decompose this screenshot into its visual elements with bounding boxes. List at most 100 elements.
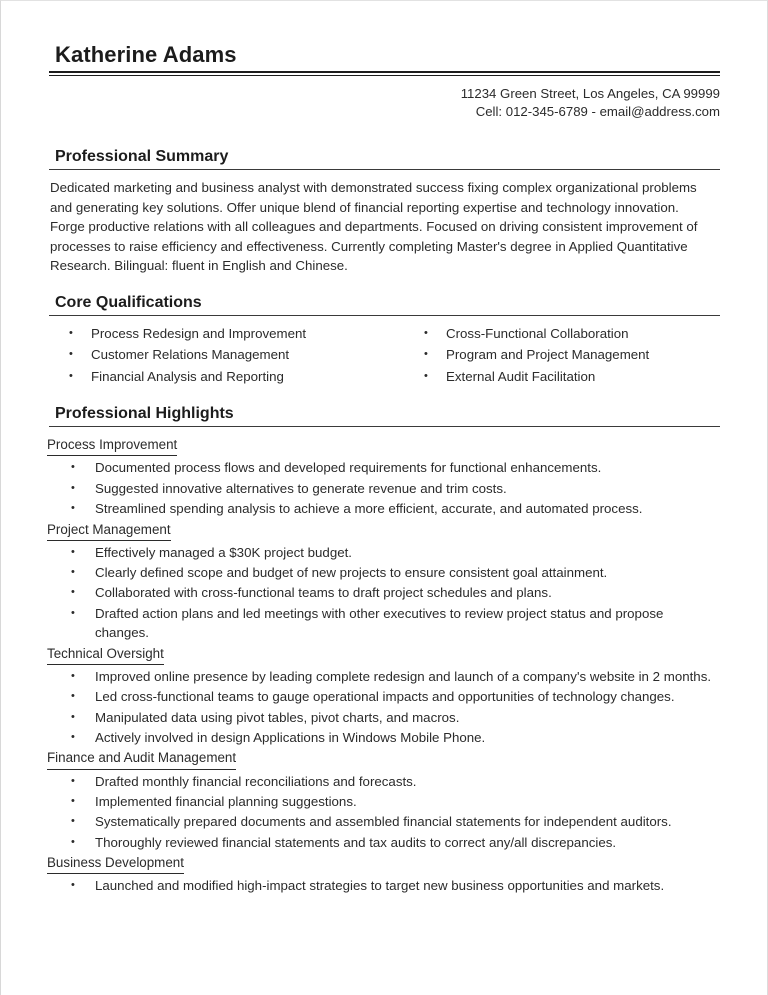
- bullet-dot-icon: •: [69, 348, 73, 361]
- highlight-group: Technical Oversight • Improved online pres…: [47, 644, 720, 748]
- bullet-dot-icon: •: [71, 774, 75, 787]
- summary-text: Dedicated marketing and business analyst…: [50, 180, 698, 274]
- highlight-item: • Improved online presence by leading com…: [49, 667, 720, 686]
- section-rule-qualifications: [49, 314, 720, 316]
- highlight-group-title: Business Development: [47, 853, 184, 875]
- bullet-dot-icon: •: [71, 835, 75, 848]
- highlight-item: • Implemented financial planning suggesti…: [49, 792, 720, 811]
- bullet-text: Effectively managed a $30K project budge…: [95, 544, 352, 560]
- bullet-dot-icon: •: [424, 348, 428, 361]
- bullet-dot-icon: •: [71, 794, 75, 807]
- name-rule-thin: [49, 74, 720, 76]
- highlight-item: • Drafted monthly financial reconciliatio…: [49, 772, 720, 791]
- bullet-text: Customer Relations Management: [91, 347, 290, 363]
- bullet-dot-icon: •: [71, 690, 75, 703]
- highlight-item: • Systematically prepared documents and a…: [49, 812, 720, 831]
- qualification-item: • Program and Project Management: [404, 345, 704, 364]
- qualification-item: • Customer Relations Management: [49, 345, 404, 364]
- highlight-item: • Documented process flows and developed …: [49, 458, 720, 477]
- highlight-group-list: • Documented process flows and developed …: [49, 458, 720, 518]
- bullet-dot-icon: •: [71, 731, 75, 744]
- bullet-text: Implemented financial planning suggestio…: [95, 793, 357, 809]
- bullet-dot-icon: •: [69, 369, 73, 382]
- highlight-group-title: Technical Oversight: [47, 644, 164, 665]
- highlight-item: • Clearly defined scope and budget of new…: [49, 563, 720, 582]
- highlight-group: Business Development • Launched and modifi…: [47, 853, 720, 896]
- highlight-item: • Led cross-functional teams to gauge ope…: [49, 687, 720, 706]
- bullet-text: Program and Project Management: [446, 347, 650, 363]
- bullet-text: Clearly defined scope and budget of new …: [95, 565, 608, 581]
- highlight-item: • Thoroughly reviewed financial statement…: [49, 833, 720, 852]
- highlight-item: • Suggested innovative alternatives to ge…: [49, 479, 720, 498]
- bullet-dot-icon: •: [71, 669, 75, 682]
- highlight-item: • Effectively managed a $30K project budg…: [49, 543, 720, 562]
- resume-page: Katherine Adams 11234 Green Street, Los …: [0, 0, 768, 995]
- bullet-dot-icon: •: [71, 481, 75, 494]
- bullet-dot-icon: •: [424, 326, 428, 339]
- bullet-dot-icon: •: [71, 710, 75, 723]
- highlight-item: • Actively involved in design Application…: [49, 728, 720, 747]
- bullet-text: Drafted action plans and led meetings wi…: [95, 605, 664, 641]
- qualification-item: • External Audit Facilitation: [404, 367, 704, 386]
- contact-address: 11234 Green Street, Los Angeles, CA 9999…: [460, 85, 720, 101]
- bullet-text: Led cross-functional teams to gauge oper…: [95, 689, 675, 705]
- section-professional-summary: Professional Summary: [49, 147, 720, 171]
- highlight-item: • Drafted action plans and led meetings w…: [49, 604, 720, 643]
- bullet-dot-icon: •: [71, 545, 75, 558]
- qualifications-columns: • Process Redesign and Improvement • Custom…: [49, 324, 720, 388]
- highlight-item: • Manipulated data using pivot tables, pi…: [49, 708, 720, 727]
- section-heading-highlights: Professional Highlights: [55, 405, 234, 423]
- bullet-text: Actively involved in design Applications…: [95, 730, 486, 746]
- resume-content: Katherine Adams 11234 Green Street, Los …: [47, 42, 720, 897]
- highlight-group-list: • Launched and modified high-impact strat…: [49, 876, 720, 895]
- qualification-item: • Cross-Functional Collaboration: [404, 324, 704, 343]
- section-core-qualifications: Core Qualifications: [49, 293, 720, 316]
- bullet-text: Manipulated data using pivot tables, piv…: [95, 709, 460, 725]
- qualifications-column-right: • Cross-Functional Collaboration • Program …: [404, 324, 704, 388]
- bullet-text: Suggested innovative alternatives to gen…: [95, 480, 507, 496]
- bullet-dot-icon: •: [69, 326, 73, 339]
- highlight-group-list: • Improved online presence by leading com…: [49, 667, 720, 748]
- bullet-text: Drafted monthly financial reconciliation…: [95, 773, 417, 789]
- qualification-item: • Process Redesign and Improvement: [49, 324, 404, 343]
- contact-block: 11234 Green Street, Los Angeles, CA 9999…: [49, 85, 720, 122]
- highlight-group: Project Management • Effectively managed a…: [47, 520, 720, 643]
- bullet-text: Systematically prepared documents and as…: [95, 814, 672, 830]
- highlight-group-list: • Effectively managed a $30K project budg…: [49, 543, 720, 643]
- section-heading-qualifications: Core Qualifications: [55, 293, 202, 311]
- highlight-group-title: Project Management: [47, 520, 171, 541]
- highlight-item: • Collaborated with cross-functional team…: [49, 583, 720, 602]
- section-rule-summary: [49, 169, 720, 171]
- highlights-groups: Process Improvement • Documented process f…: [47, 435, 720, 896]
- bullet-text: Collaborated with cross-functional teams…: [95, 585, 552, 601]
- bullet-text: Process Redesign and Improvement: [91, 325, 307, 341]
- highlight-item: • Streamlined spending analysis to achiev…: [49, 499, 720, 518]
- bullet-text: Documented process flows and developed r…: [95, 460, 602, 476]
- bullet-dot-icon: •: [71, 461, 75, 474]
- bullet-dot-icon: •: [71, 566, 75, 579]
- bullet-dot-icon: •: [71, 815, 75, 828]
- highlight-group: Finance and Audit Management • Drafted mon…: [47, 748, 720, 852]
- bullet-text: External Audit Facilitation: [446, 368, 596, 384]
- bullet-dot-icon: •: [71, 879, 75, 892]
- resume-header: Katherine Adams: [49, 42, 720, 76]
- highlight-item: • Launched and modified high-impact strat…: [49, 876, 720, 895]
- bullet-text: Streamlined spending analysis to achieve…: [95, 501, 643, 517]
- section-professional-highlights: Professional Highlights: [49, 404, 720, 428]
- bullet-text: Improved online presence by leading comp…: [95, 668, 712, 684]
- qualification-item: • Financial Analysis and Reporting: [49, 367, 404, 386]
- highlight-group: Process Improvement • Documented process f…: [47, 435, 720, 518]
- section-rule-highlights: [49, 426, 720, 428]
- bullet-dot-icon: •: [71, 606, 75, 619]
- bullet-text: Thoroughly reviewed financial statements…: [95, 834, 617, 850]
- candidate-name: Katherine Adams: [55, 42, 237, 67]
- highlight-group-title: Process Improvement: [47, 435, 178, 457]
- section-heading-summary: Professional Summary: [55, 148, 229, 166]
- qualifications-column-left: • Process Redesign and Improvement • Custom…: [49, 324, 404, 388]
- contact-phone-email: Cell: 012-345-6789 - email@address.com: [475, 104, 720, 120]
- bullet-dot-icon: •: [71, 586, 75, 599]
- highlight-group-title: Finance and Audit Management: [47, 748, 237, 770]
- bullet-text: Cross-Functional Collaboration: [446, 325, 629, 341]
- bullet-dot-icon: •: [424, 369, 428, 382]
- bullet-text: Financial Analysis and Reporting: [91, 368, 284, 384]
